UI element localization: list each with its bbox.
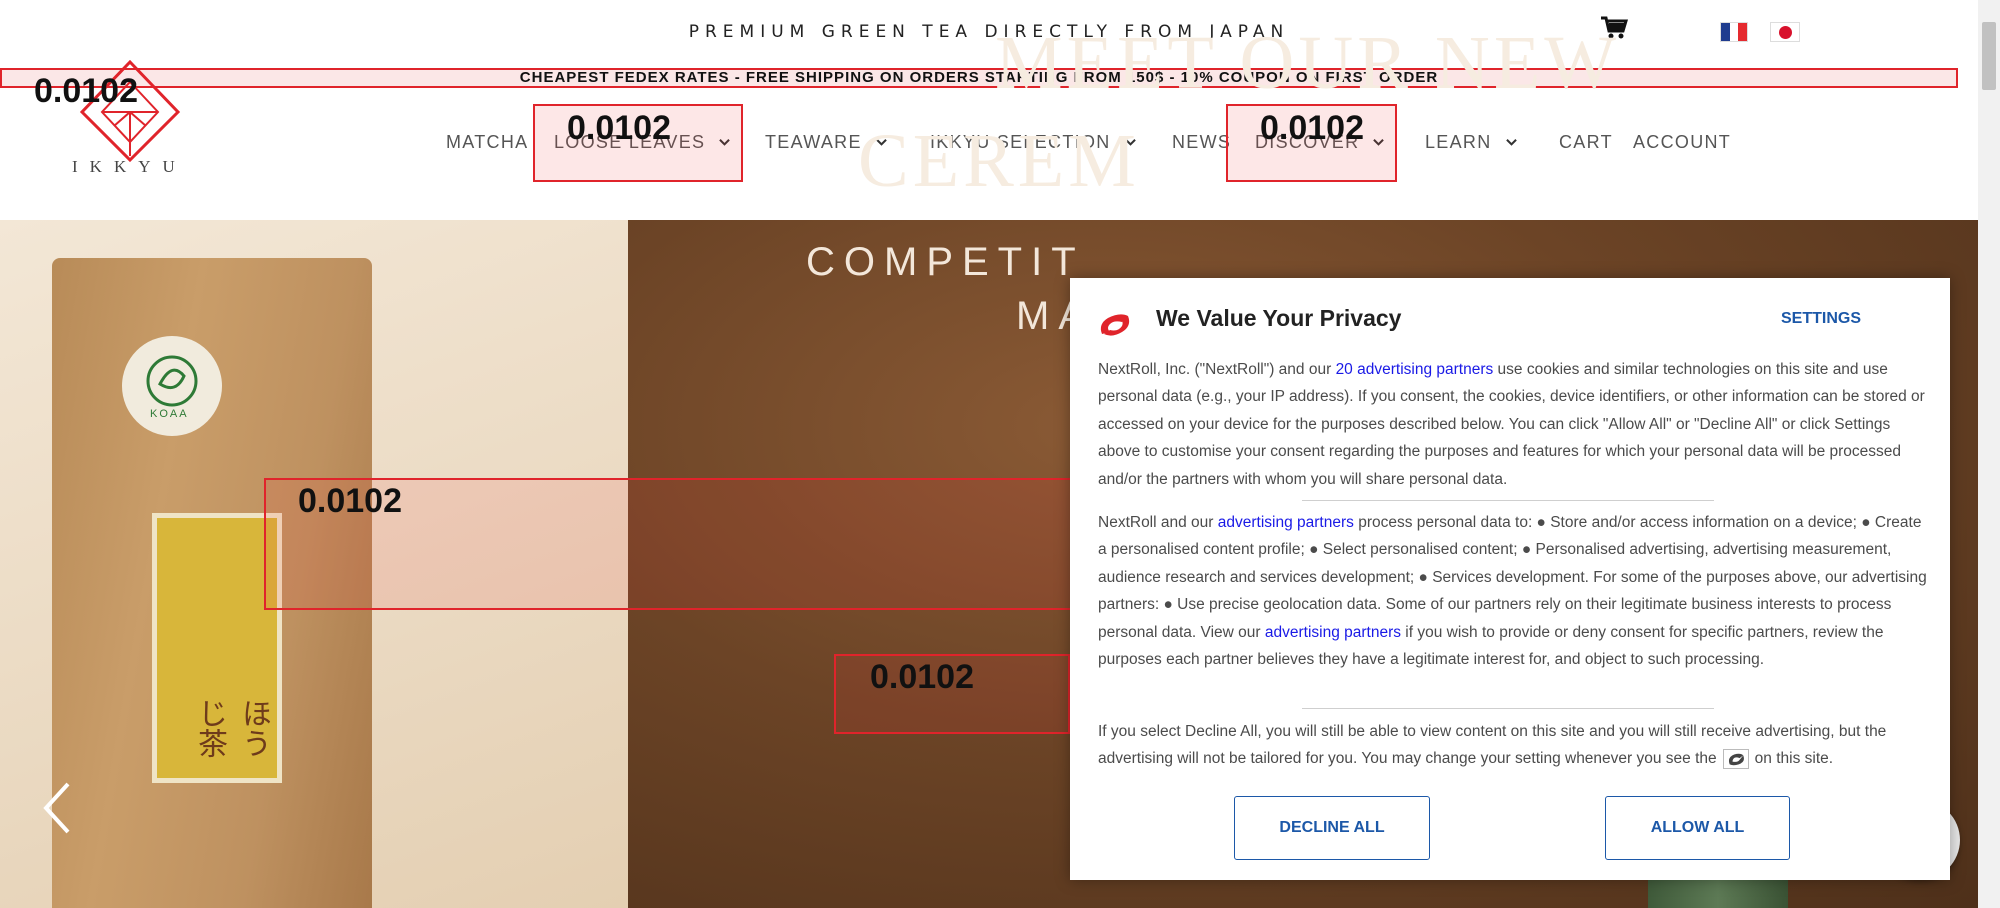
settings-button[interactable]: SETTINGS	[1781, 310, 1861, 328]
top-bar: PREMIUM GREEN TEA DIRECTLY FROM JAPAN	[0, 0, 1978, 62]
nav-label: CART	[1559, 132, 1613, 152]
seal-leaf-icon	[146, 355, 198, 407]
shipping-banner: CHEAPEST FEDEX RATES - FREE SHIPPING ON …	[0, 68, 1958, 88]
annotation-label: 0.0102	[298, 482, 402, 520]
hero-title-line2: CEREM	[858, 119, 1140, 203]
paragraph-text: use cookies and similar technologies on …	[1098, 361, 1925, 488]
nav-label: MATCHA	[446, 132, 529, 152]
privacy-paragraph-3: If you select Decline All, you will stil…	[1098, 718, 1928, 773]
nav-item-news[interactable]: NEWS	[1172, 132, 1231, 153]
chevron-left-icon[interactable]	[38, 780, 78, 836]
france-flag-icon[interactable]	[1720, 22, 1748, 42]
seal-text: KOAA	[150, 408, 189, 420]
logo-text: IKKYU	[72, 157, 187, 176]
nav-item-account[interactable]: ACCOUNT	[1633, 132, 1731, 153]
nav-item-learn[interactable]: LEARN	[1425, 132, 1517, 153]
annotation-label: 0.0102	[34, 72, 138, 110]
annotation-label: 0.0102	[870, 658, 974, 696]
nav-label: ACCOUNT	[1633, 132, 1732, 152]
nav-label: LEARN	[1425, 132, 1492, 152]
nav-item-matcha[interactable]: MATCHA	[446, 132, 528, 153]
hero-title-line1: MEET OUR NEW	[995, 21, 1620, 105]
decline-all-button[interactable]: DECLINE ALL	[1234, 796, 1430, 860]
top-tagline: PREMIUM GREEN TEA DIRECTLY FROM JAPAN	[688, 22, 1290, 42]
privacy-consent-modal: We Value Your Privacy SETTINGS NextRoll,…	[1070, 278, 1950, 880]
nav-label: NEWS	[1172, 132, 1232, 152]
organic-seal: KOAA	[122, 336, 222, 436]
modal-title: We Value Your Privacy	[1156, 305, 1402, 331]
privacy-paragraph-2: NextRoll and our advertising partners pr…	[1098, 509, 1928, 673]
allow-all-button[interactable]: ALLOW ALL	[1605, 796, 1790, 860]
paragraph-text: on this site.	[1754, 750, 1834, 768]
paragraph-text: NextRoll, Inc. ("NextRoll") and our	[1098, 361, 1336, 378]
hero-subtitle-line1: COMPETIT	[806, 240, 1085, 284]
scrollbar-thumb[interactable]	[1982, 22, 1996, 90]
nextroll-logo-icon	[1100, 314, 1130, 336]
chevron-down-icon	[1505, 139, 1517, 146]
divider	[1302, 500, 1714, 501]
advertising-partners-link[interactable]: 20 advertising partners	[1336, 361, 1494, 378]
page-scrollbar[interactable]	[1978, 0, 2000, 908]
annotation-label: 0.0102	[567, 109, 671, 147]
japan-flag-icon[interactable]	[1770, 22, 1800, 42]
bag-label-text: ほうじ茶	[192, 698, 271, 758]
bag-label: ほうじ茶	[152, 513, 282, 783]
divider	[1302, 708, 1714, 709]
annotation-label: 0.0102	[1260, 109, 1364, 147]
paragraph-text: NextRoll and our	[1098, 514, 1218, 531]
advertising-partners-link[interactable]: advertising partners	[1218, 514, 1354, 531]
nav-label: TEAWARE	[765, 132, 862, 152]
privacy-paragraph-1: NextRoll, Inc. ("NextRoll") and our 20 a…	[1098, 356, 1928, 493]
nav-item-cart[interactable]: CART	[1559, 132, 1613, 153]
paragraph-text: process personal data to: ● Store and/or…	[1098, 514, 1927, 641]
nextroll-settings-icon[interactable]	[1722, 749, 1749, 770]
advertising-partners-link[interactable]: advertising partners	[1265, 624, 1401, 641]
